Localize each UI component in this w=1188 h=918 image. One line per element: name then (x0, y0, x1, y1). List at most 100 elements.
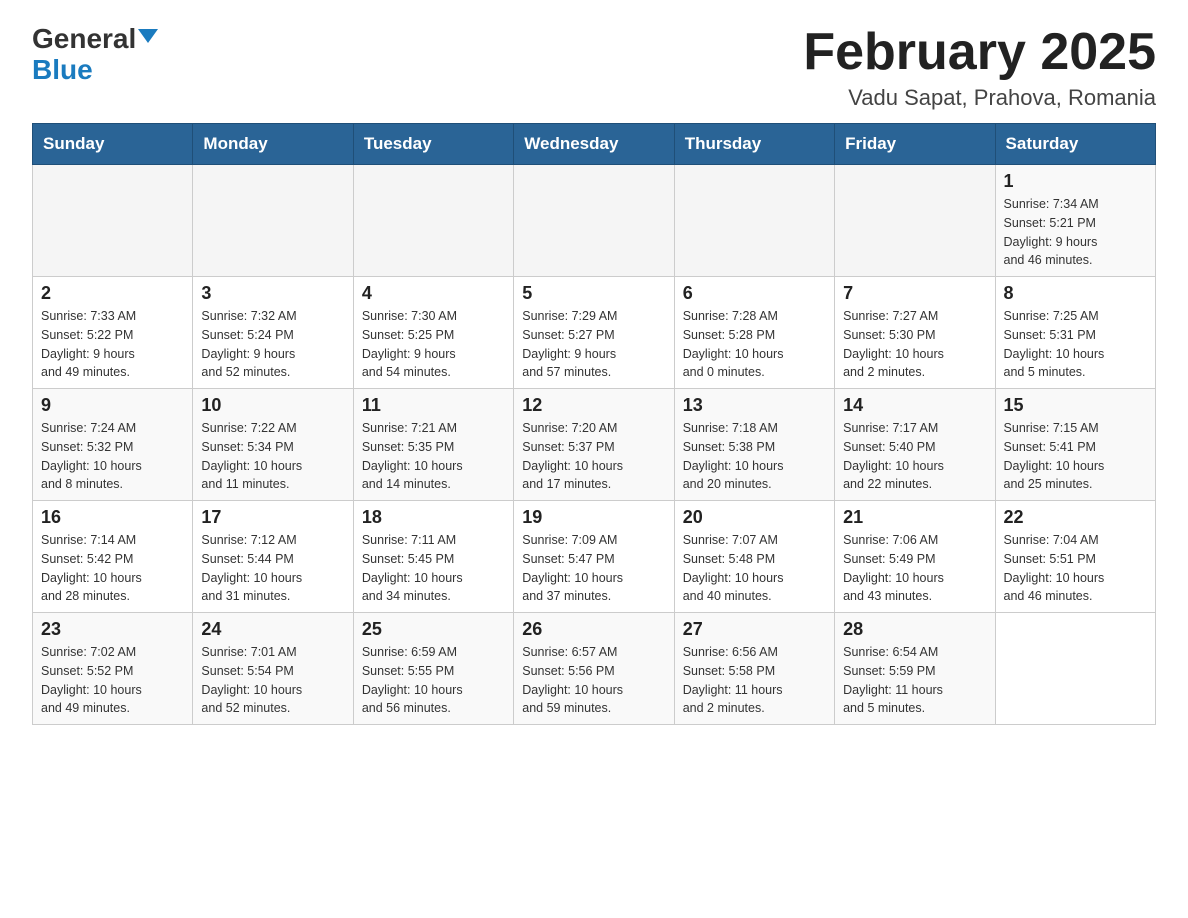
day-number: 4 (362, 283, 505, 304)
weekday-header-tuesday: Tuesday (353, 124, 513, 165)
logo: General Blue (32, 24, 158, 86)
weekday-header-wednesday: Wednesday (514, 124, 674, 165)
day-number: 6 (683, 283, 826, 304)
logo-general: General (32, 24, 136, 55)
calendar-cell: 17 Sunrise: 7:12 AM Sunset: 5:44 PM Dayli… (193, 501, 353, 613)
day-info: Sunrise: 7:24 AM Sunset: 5:32 PM Dayligh… (41, 419, 184, 494)
calendar-cell: 18 Sunrise: 7:11 AM Sunset: 5:45 PM Dayli… (353, 501, 513, 613)
calendar-cell: 28 Sunrise: 6:54 AM Sunset: 5:59 PM Dayli… (835, 613, 995, 725)
day-info: Sunrise: 7:04 AM Sunset: 5:51 PM Dayligh… (1004, 531, 1147, 606)
day-info: Sunrise: 6:57 AM Sunset: 5:56 PM Dayligh… (522, 643, 665, 718)
day-info: Sunrise: 7:15 AM Sunset: 5:41 PM Dayligh… (1004, 419, 1147, 494)
day-number: 24 (201, 619, 344, 640)
calendar-cell: 22 Sunrise: 7:04 AM Sunset: 5:51 PM Dayli… (995, 501, 1155, 613)
weekday-header-saturday: Saturday (995, 124, 1155, 165)
calendar-cell: 3 Sunrise: 7:32 AM Sunset: 5:24 PM Daylig… (193, 277, 353, 389)
calendar-cell: 10 Sunrise: 7:22 AM Sunset: 5:34 PM Dayli… (193, 389, 353, 501)
day-number: 17 (201, 507, 344, 528)
calendar-cell: 27 Sunrise: 6:56 AM Sunset: 5:58 PM Dayli… (674, 613, 834, 725)
logo-triangle-icon (138, 29, 158, 43)
logo-blue: Blue (32, 55, 93, 86)
calendar-cell: 19 Sunrise: 7:09 AM Sunset: 5:47 PM Dayli… (514, 501, 674, 613)
day-number: 9 (41, 395, 184, 416)
day-info: Sunrise: 6:54 AM Sunset: 5:59 PM Dayligh… (843, 643, 986, 718)
calendar-cell (995, 613, 1155, 725)
day-number: 20 (683, 507, 826, 528)
day-number: 16 (41, 507, 184, 528)
day-number: 8 (1004, 283, 1147, 304)
day-info: Sunrise: 7:20 AM Sunset: 5:37 PM Dayligh… (522, 419, 665, 494)
calendar-cell (193, 165, 353, 277)
calendar-cell (514, 165, 674, 277)
day-info: Sunrise: 7:22 AM Sunset: 5:34 PM Dayligh… (201, 419, 344, 494)
day-info: Sunrise: 7:25 AM Sunset: 5:31 PM Dayligh… (1004, 307, 1147, 382)
calendar-cell: 20 Sunrise: 7:07 AM Sunset: 5:48 PM Dayli… (674, 501, 834, 613)
title-block: February 2025 Vadu Sapat, Prahova, Roman… (803, 24, 1156, 111)
day-info: Sunrise: 7:06 AM Sunset: 5:49 PM Dayligh… (843, 531, 986, 606)
day-info: Sunrise: 7:21 AM Sunset: 5:35 PM Dayligh… (362, 419, 505, 494)
calendar-cell: 24 Sunrise: 7:01 AM Sunset: 5:54 PM Dayli… (193, 613, 353, 725)
calendar-cell: 2 Sunrise: 7:33 AM Sunset: 5:22 PM Daylig… (33, 277, 193, 389)
calendar-cell: 11Sunrise: 7:21 AM Sunset: 5:35 PM Dayli… (353, 389, 513, 501)
day-number: 22 (1004, 507, 1147, 528)
calendar-cell: 12 Sunrise: 7:20 AM Sunset: 5:37 PM Dayli… (514, 389, 674, 501)
day-info: Sunrise: 7:32 AM Sunset: 5:24 PM Dayligh… (201, 307, 344, 382)
day-info: Sunrise: 7:09 AM Sunset: 5:47 PM Dayligh… (522, 531, 665, 606)
day-number: 14 (843, 395, 986, 416)
day-number: 28 (843, 619, 986, 640)
day-number: 10 (201, 395, 344, 416)
day-number: 12 (522, 395, 665, 416)
calendar-week-5: 23 Sunrise: 7:02 AM Sunset: 5:52 PM Dayli… (33, 613, 1156, 725)
calendar-cell: 9 Sunrise: 7:24 AM Sunset: 5:32 PM Daylig… (33, 389, 193, 501)
day-info: Sunrise: 7:11 AM Sunset: 5:45 PM Dayligh… (362, 531, 505, 606)
weekday-header-friday: Friday (835, 124, 995, 165)
calendar-header-row: SundayMondayTuesdayWednesdayThursdayFrid… (33, 124, 1156, 165)
calendar-week-1: 1Sunrise: 7:34 AM Sunset: 5:21 PM Daylig… (33, 165, 1156, 277)
day-number: 26 (522, 619, 665, 640)
day-info: Sunrise: 7:33 AM Sunset: 5:22 PM Dayligh… (41, 307, 184, 382)
day-number: 19 (522, 507, 665, 528)
weekday-header-thursday: Thursday (674, 124, 834, 165)
calendar-cell (674, 165, 834, 277)
day-info: Sunrise: 7:28 AM Sunset: 5:28 PM Dayligh… (683, 307, 826, 382)
day-info: Sunrise: 7:12 AM Sunset: 5:44 PM Dayligh… (201, 531, 344, 606)
weekday-header-monday: Monday (193, 124, 353, 165)
day-number: 23 (41, 619, 184, 640)
day-number: 7 (843, 283, 986, 304)
calendar-cell: 14 Sunrise: 7:17 AM Sunset: 5:40 PM Dayli… (835, 389, 995, 501)
calendar-cell: 25Sunrise: 6:59 AM Sunset: 5:55 PM Dayli… (353, 613, 513, 725)
day-number: 5 (522, 283, 665, 304)
day-info: Sunrise: 7:01 AM Sunset: 5:54 PM Dayligh… (201, 643, 344, 718)
calendar-cell: 26 Sunrise: 6:57 AM Sunset: 5:56 PM Dayli… (514, 613, 674, 725)
calendar-week-2: 2 Sunrise: 7:33 AM Sunset: 5:22 PM Daylig… (33, 277, 1156, 389)
day-info: Sunrise: 7:27 AM Sunset: 5:30 PM Dayligh… (843, 307, 986, 382)
calendar-cell (353, 165, 513, 277)
month-title: February 2025 (803, 24, 1156, 81)
calendar-table: SundayMondayTuesdayWednesdayThursdayFrid… (32, 123, 1156, 725)
day-number: 2 (41, 283, 184, 304)
day-info: Sunrise: 7:18 AM Sunset: 5:38 PM Dayligh… (683, 419, 826, 494)
page-header: General Blue February 2025 Vadu Sapat, P… (32, 24, 1156, 111)
day-number: 21 (843, 507, 986, 528)
calendar-cell: 13 Sunrise: 7:18 AM Sunset: 5:38 PM Dayli… (674, 389, 834, 501)
day-number: 18 (362, 507, 505, 528)
day-number: 1 (1004, 171, 1147, 192)
day-number: 27 (683, 619, 826, 640)
day-number: 3 (201, 283, 344, 304)
calendar-cell: 5Sunrise: 7:29 AM Sunset: 5:27 PM Daylig… (514, 277, 674, 389)
day-info: Sunrise: 6:56 AM Sunset: 5:58 PM Dayligh… (683, 643, 826, 718)
calendar-cell: 1Sunrise: 7:34 AM Sunset: 5:21 PM Daylig… (995, 165, 1155, 277)
day-info: Sunrise: 7:02 AM Sunset: 5:52 PM Dayligh… (41, 643, 184, 718)
day-info: Sunrise: 7:14 AM Sunset: 5:42 PM Dayligh… (41, 531, 184, 606)
day-number: 13 (683, 395, 826, 416)
day-info: Sunrise: 7:30 AM Sunset: 5:25 PM Dayligh… (362, 307, 505, 382)
calendar-cell: 23 Sunrise: 7:02 AM Sunset: 5:52 PM Dayli… (33, 613, 193, 725)
day-number: 25 (362, 619, 505, 640)
calendar-cell: 15Sunrise: 7:15 AM Sunset: 5:41 PM Dayli… (995, 389, 1155, 501)
location: Vadu Sapat, Prahova, Romania (803, 85, 1156, 111)
calendar-cell: 8 Sunrise: 7:25 AM Sunset: 5:31 PM Daylig… (995, 277, 1155, 389)
calendar-week-3: 9 Sunrise: 7:24 AM Sunset: 5:32 PM Daylig… (33, 389, 1156, 501)
weekday-header-sunday: Sunday (33, 124, 193, 165)
day-info: Sunrise: 7:17 AM Sunset: 5:40 PM Dayligh… (843, 419, 986, 494)
day-info: Sunrise: 7:07 AM Sunset: 5:48 PM Dayligh… (683, 531, 826, 606)
